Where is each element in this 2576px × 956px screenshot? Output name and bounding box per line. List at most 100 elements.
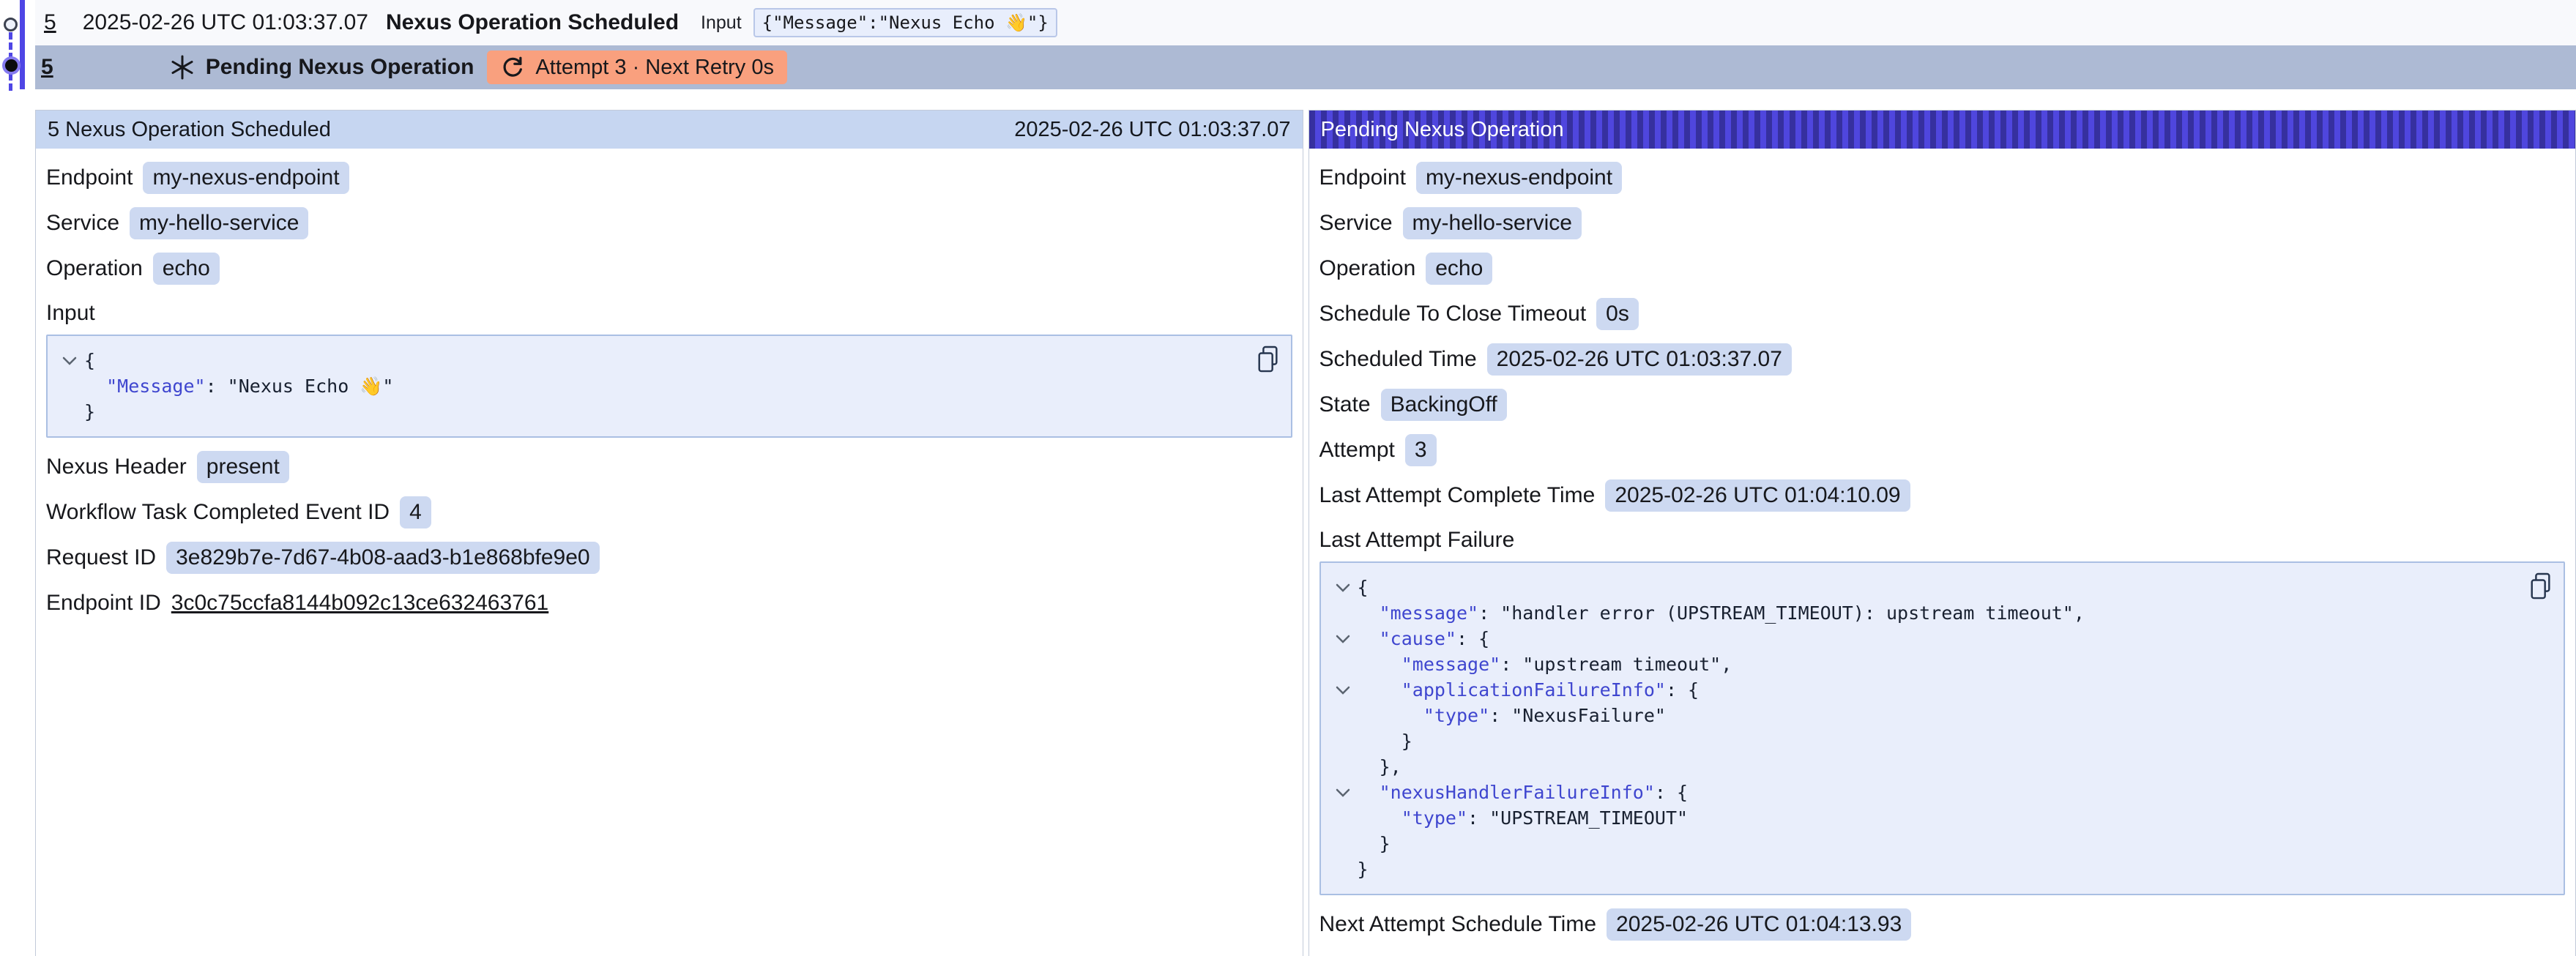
field-value-badge: echo — [1426, 253, 1492, 285]
field-value-badge: 2025-02-26 UTC 01:03:37.07 — [1487, 343, 1792, 376]
json-line-gutter — [1328, 728, 1358, 754]
field-value-badge: my-nexus-endpoint — [143, 162, 349, 194]
pending-event-id-link[interactable]: 5 — [41, 55, 53, 80]
field-value-badge: 2025-02-26 UTC 01:04:10.09 — [1605, 479, 1910, 512]
section-label-last-attempt-failure: Last Attempt Failure — [1319, 528, 2566, 553]
field-value-badge: echo — [153, 253, 220, 285]
event-timestamp: 2025-02-26 UTC 01:03:37.07 — [83, 10, 368, 35]
pending-operation-panel: Pending Nexus Operation Endpointmy-nexus… — [1309, 110, 2576, 956]
json-line: } — [55, 399, 1247, 425]
field-row-state: StateBackingOff — [1319, 389, 2566, 421]
field-row-operation: Operation echo — [46, 253, 1292, 285]
detail-panels: 5 Nexus Operation Scheduled 2025-02-26 U… — [35, 110, 2576, 956]
field-label: Next Attempt Schedule Time — [1319, 912, 1597, 937]
event-summary-row[interactable]: 5 2025-02-26 UTC 01:03:37.07 Nexus Opera… — [35, 0, 2576, 45]
field-value-badge: 4 — [400, 496, 431, 529]
json-line-gutter — [1328, 754, 1358, 780]
json-line-gutter — [1328, 600, 1358, 626]
field-label: Endpoint ID — [46, 591, 161, 616]
json-line: "type": "UPSTREAM_TIMEOUT" — [1328, 805, 2520, 831]
copy-icon[interactable] — [1256, 345, 1281, 374]
json-line-gutter — [1328, 651, 1358, 677]
pending-operation-row[interactable]: 5 Pending Nexus Operation Attempt 3 · Ne… — [35, 45, 2576, 89]
json-viewer: { "message": "handler error (UPSTREAM_TI… — [1319, 561, 2566, 895]
field-value-badge: my-hello-service — [130, 207, 308, 239]
field-label: Request ID — [46, 545, 156, 570]
field-value-badge: 2025-02-26 UTC 01:04:13.93 — [1607, 908, 1911, 941]
field-label: Workflow Task Completed Event ID — [46, 500, 390, 525]
field-label: Nexus Header — [46, 455, 187, 479]
field-row-service: Service my-hello-service — [1319, 207, 2566, 239]
json-line: "message": "upstream timeout", — [1328, 651, 2520, 677]
pending-operation-panel-title: Pending Nexus Operation — [1321, 118, 1564, 142]
field-row-next-attempt-schedule-time: Next Attempt Schedule Time 2025-02-26 UTC… — [1319, 908, 2566, 941]
pending-operation-title: Pending Nexus Operation — [206, 55, 474, 80]
json-line-gutter — [1328, 831, 1358, 856]
copy-icon[interactable] — [2528, 572, 2553, 601]
field-row-workflow-task-completed-event-id: Workflow Task Completed Event ID 4 — [46, 496, 1292, 529]
json-line-text: } — [84, 399, 95, 425]
event-detail-panel-header: 5 Nexus Operation Scheduled 2025-02-26 U… — [36, 111, 1303, 149]
json-line-text: "Message": "Nexus Echo 👋" — [84, 373, 393, 399]
field-value-link[interactable]: 3c0c75ccfa8144b092c13ce632463761 — [171, 587, 548, 619]
field-value-badge: 3e829b7e-7d67-4b08-aad3-b1e868bfe9e0 — [166, 542, 600, 574]
event-detail-panel-timestamp: 2025-02-26 UTC 01:03:37.07 — [1014, 118, 1290, 142]
json-line: { — [1328, 575, 2520, 600]
json-line: "nexusHandlerFailureInfo": { — [1328, 780, 2520, 805]
json-line: "cause": { — [1328, 626, 2520, 651]
json-line-text: "applicationFailureInfo": { — [1358, 677, 1700, 703]
retry-icon — [500, 55, 525, 80]
workflow-event-detail-view: 5 2025-02-26 UTC 01:03:37.07 Nexus Opera… — [0, 0, 2576, 956]
json-line-text: } — [1358, 831, 1391, 856]
json-line: } — [1328, 856, 2520, 882]
field-row-request-id: Request ID 3e829b7e-7d67-4b08-aad3-b1e868… — [46, 542, 1292, 574]
pending-operation-panel-content: Endpointmy-nexus-endpointServicemy-hello… — [1309, 162, 2576, 941]
json-line-text: "type": "NexusFailure" — [1358, 703, 1666, 728]
chevron-down-icon[interactable] — [1328, 626, 1358, 651]
json-line-text: "message": "upstream timeout", — [1358, 651, 1732, 677]
chevron-down-icon[interactable] — [55, 348, 84, 373]
pending-operation-panel-header: Pending Nexus Operation — [1309, 111, 2576, 149]
event-id-link[interactable]: 5 — [44, 10, 56, 35]
json-line-text: }, — [1358, 754, 1401, 780]
field-label: Attempt — [1319, 438, 1395, 463]
field-value-badge: 3 — [1405, 434, 1437, 466]
field-row-attempt: Attempt 3 — [1319, 434, 2566, 466]
field-label: Operation — [46, 256, 143, 281]
field-value-badge: my-hello-service — [1403, 207, 1582, 239]
json-line-gutter — [1328, 856, 1358, 882]
chevron-down-icon[interactable] — [1328, 677, 1358, 703]
field-label: Endpoint — [46, 165, 133, 190]
chevron-down-icon[interactable] — [1328, 575, 1358, 600]
json-line: } — [1328, 831, 2520, 856]
event-input-label: Input — [701, 12, 742, 34]
json-line-text: { — [84, 348, 95, 373]
field-row-service: Servicemy-hello-service — [46, 207, 1292, 239]
event-input-preview-chip: {"Message":"Nexus Echo 👋"} — [753, 8, 1057, 37]
field-row-schedule-to-close-timeout: Schedule To Close Timeout 0s — [1319, 298, 2566, 330]
field-label: Operation — [1319, 256, 1416, 281]
json-line-text: } — [1358, 856, 1369, 882]
field-row-last-attempt-complete-time: Last Attempt Complete Time 2025-02-26 UTC… — [1319, 479, 2566, 512]
json-line: "type": "NexusFailure" — [1328, 703, 2520, 728]
json-line-text: "message": "handler error (UPSTREAM_TIME… — [1358, 600, 2085, 626]
pending-asterisk-icon — [169, 54, 196, 81]
chevron-down-icon[interactable] — [1328, 780, 1358, 805]
json-line: "applicationFailureInfo": { — [1328, 677, 2520, 703]
json-line-text: } — [1358, 728, 1412, 754]
json-line-text: "type": "UPSTREAM_TIMEOUT" — [1358, 805, 1689, 831]
field-label: Service — [1319, 211, 1393, 236]
json-line: "message": "handler error (UPSTREAM_TIME… — [1328, 600, 2520, 626]
field-value-badge: present — [197, 451, 289, 483]
json-line-text: { — [1358, 575, 1369, 600]
field-row-endpoint-id: Endpoint ID 3c0c75ccfa8144b092c13ce632463… — [46, 587, 1292, 619]
json-line-text: "cause": { — [1358, 626, 1490, 651]
field-value-badge: 0s — [1596, 298, 1639, 330]
json-viewer: { "Message": "Nexus Echo 👋"} — [46, 335, 1292, 438]
timeline-active-bar — [20, 0, 25, 89]
field-label: Scheduled Time — [1319, 347, 1477, 372]
field-label: Last Attempt Complete Time — [1319, 483, 1596, 508]
field-label: Schedule To Close Timeout — [1319, 302, 1587, 326]
field-row-scheduled-time: Scheduled Time 2025-02-26 UTC 01:03:37.07 — [1319, 343, 2566, 376]
json-line: }, — [1328, 754, 2520, 780]
